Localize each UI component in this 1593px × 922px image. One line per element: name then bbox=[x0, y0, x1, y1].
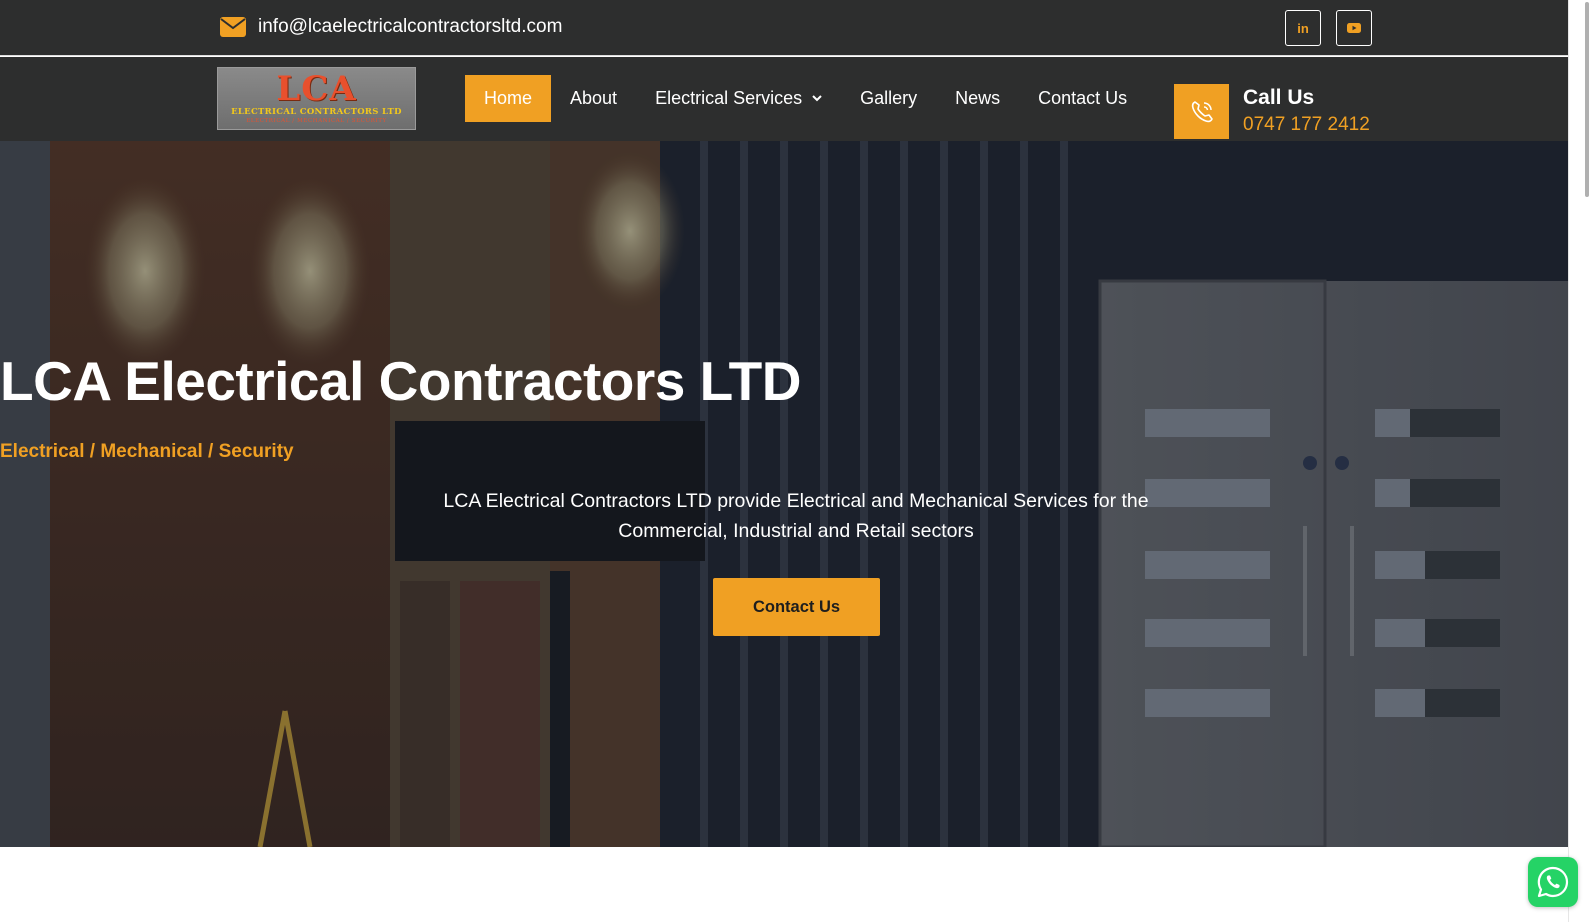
hero-section: LCA Electrical Contractors LTD Electrica… bbox=[0, 141, 1568, 847]
nav-item-label: About bbox=[570, 88, 618, 108]
call-us-block[interactable]: Call Us 0747 177 2412 bbox=[1174, 84, 1370, 139]
call-us-text: Call Us 0747 177 2412 bbox=[1243, 84, 1370, 138]
whatsapp-icon bbox=[1537, 866, 1569, 898]
scrollbar-thumb[interactable] bbox=[1585, 2, 1589, 197]
nav-item-label: News bbox=[955, 88, 1001, 108]
phone-icon-box bbox=[1174, 84, 1229, 139]
nav-item-label: Home bbox=[484, 88, 533, 108]
page-scrollbar[interactable] bbox=[1568, 0, 1593, 922]
logo-line2: ELECTRICAL / MECHANICAL / SECURITY bbox=[246, 118, 387, 124]
call-us-title: Call Us bbox=[1243, 86, 1315, 109]
nav-item-home[interactable]: Home bbox=[465, 75, 552, 122]
nav-item-about[interactable]: About bbox=[551, 75, 636, 122]
main-nav: Home About Electrical Services Gallery N… bbox=[465, 75, 1146, 122]
nav-item-label: Gallery bbox=[860, 88, 918, 108]
hero-description: LCA Electrical Contractors LTD provide E… bbox=[443, 490, 1149, 542]
site-header: LCA ELECTRICAL CONTRACTORS LTD ELECTRICA… bbox=[0, 57, 1568, 141]
nav-item-label: Contact Us bbox=[1038, 88, 1128, 108]
envelope-icon bbox=[220, 17, 246, 37]
nav-item-gallery[interactable]: Gallery bbox=[841, 75, 936, 122]
logo-mark: LCA bbox=[276, 69, 357, 109]
nav-item-label: Electrical Services bbox=[655, 88, 803, 108]
nav-item-electrical-services[interactable]: Electrical Services bbox=[636, 75, 841, 122]
linkedin-icon: in bbox=[1297, 20, 1309, 36]
whatsapp-chat-button[interactable] bbox=[1528, 857, 1578, 907]
logo-line1: ELECTRICAL CONTRACTORS LTD bbox=[231, 107, 402, 117]
nav-item-contact-us[interactable]: Contact Us bbox=[1019, 75, 1146, 122]
phone-icon bbox=[1191, 100, 1213, 122]
email-text: info@lcaelectricalcontractorsltd.com bbox=[258, 16, 563, 37]
nav-item-news[interactable]: News bbox=[936, 75, 1019, 122]
linkedin-button[interactable]: in bbox=[1285, 10, 1321, 46]
contact-us-button[interactable]: Contact Us bbox=[713, 578, 880, 636]
youtube-icon bbox=[1347, 23, 1361, 33]
site-logo[interactable]: LCA ELECTRICAL CONTRACTORS LTD ELECTRICA… bbox=[217, 67, 416, 130]
hero-tagline: Electrical / Mechanical / Security bbox=[0, 441, 294, 462]
hero-title: LCA Electrical Contractors LTD bbox=[0, 350, 801, 412]
youtube-button[interactable] bbox=[1336, 10, 1372, 46]
chevron-down-icon bbox=[812, 95, 822, 102]
email-link[interactable]: info@lcaelectricalcontractorsltd.com bbox=[220, 16, 562, 38]
top-bar: info@lcaelectricalcontractorsltd.com in bbox=[0, 0, 1568, 56]
call-us-number[interactable]: 0747 177 2412 bbox=[1243, 112, 1370, 138]
